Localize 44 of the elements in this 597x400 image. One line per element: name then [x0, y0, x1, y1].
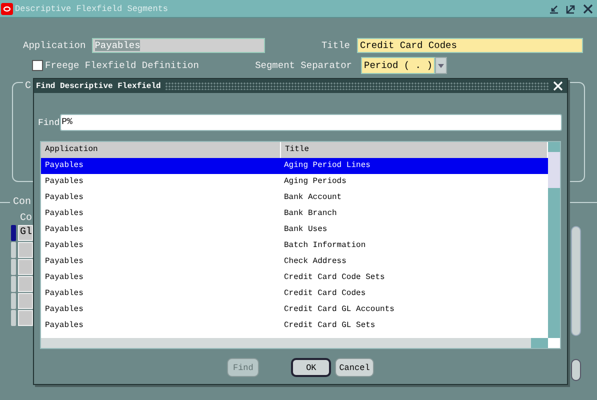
button[interactable]	[571, 359, 581, 381]
close-icon[interactable]	[582, 2, 594, 14]
find-field[interactable]: P%	[60, 114, 562, 131]
separator-dropdown[interactable]: Period ( . )	[361, 57, 435, 74]
column-header: Co	[20, 213, 32, 224]
minimize-icon[interactable]	[548, 2, 560, 14]
list-row[interactable]: Payables Bank Account	[41, 190, 548, 206]
field-label: Application	[23, 40, 86, 51]
table-cell[interactable]	[18, 276, 33, 292]
title-field[interactable]: Credit Card Codes	[357, 38, 583, 53]
list-row[interactable]: Payables Credit Card Code Sets	[41, 270, 548, 286]
horizontal-scrollbar[interactable]	[41, 338, 548, 348]
dialog-button[interactable]: Cancel	[335, 358, 374, 377]
dialog-button[interactable]: OK	[291, 358, 332, 377]
list-row[interactable]: Payables Credit Card Codes	[41, 286, 548, 302]
list-row[interactable]: Payables Credit Card GL Sets	[41, 318, 548, 334]
record-indicator[interactable]	[11, 259, 16, 275]
find-label: Find	[38, 118, 60, 128]
list-row[interactable]: Payables Aging Periods	[41, 174, 548, 190]
scrollbar[interactable]	[571, 226, 581, 336]
record-indicator[interactable]	[11, 276, 16, 292]
table-cell[interactable]: Gl	[18, 225, 33, 241]
record-indicator[interactable]	[11, 242, 16, 258]
list-row[interactable]: Payables Aging Period Lines	[41, 158, 548, 174]
list-row[interactable]: Payables Bank Branch	[41, 206, 548, 222]
record-indicator[interactable]	[11, 225, 16, 241]
field-label: Title	[321, 40, 350, 51]
window-title: Descriptive Flexfield Segments	[15, 4, 170, 14]
table-cell[interactable]	[18, 242, 33, 258]
list-row[interactable]: Payables Credit Card GL Accounts	[41, 302, 548, 318]
vertical-scrollbar[interactable]	[548, 142, 560, 338]
list-row[interactable]: Payables Check Address	[41, 254, 548, 270]
record-indicator[interactable]	[11, 310, 16, 326]
checkbox[interactable]	[32, 60, 43, 71]
checkbox-label: Freege Flexfield Definition	[45, 60, 199, 71]
table-cell[interactable]	[18, 293, 33, 309]
field-label: Segment Separator	[255, 60, 352, 71]
list-row[interactable]: Payables Bank Uses	[41, 222, 548, 238]
maximize-icon[interactable]	[565, 2, 577, 14]
record-indicator[interactable]	[11, 293, 16, 309]
table-cell[interactable]	[18, 259, 33, 275]
table-cell[interactable]	[18, 310, 33, 326]
list-row[interactable]: Payables Batch Information	[41, 238, 548, 254]
group-label: Con	[12, 196, 32, 208]
